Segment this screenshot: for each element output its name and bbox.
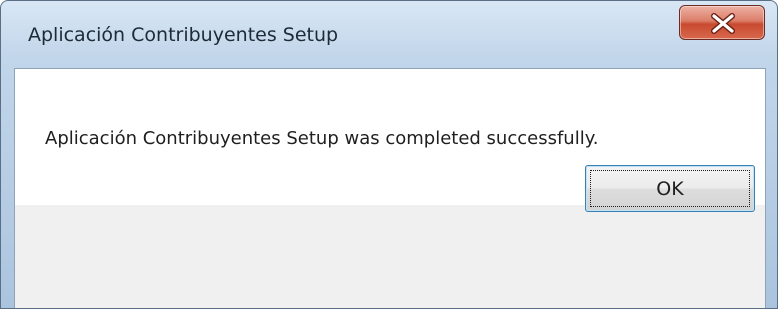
button-area: [15, 205, 765, 308]
dialog-client-area: Aplicación Contribuyentes Setup was comp…: [14, 68, 766, 308]
close-button[interactable]: [679, 5, 765, 40]
ok-button[interactable]: OK: [585, 165, 755, 212]
window-title: Aplicación Contribuyentes Setup: [28, 24, 339, 46]
setup-complete-dialog: Aplicación Contribuyentes Setup Aplicaci…: [0, 0, 778, 309]
completion-message: Aplicación Contribuyentes Setup was comp…: [45, 128, 599, 149]
close-icon: [711, 13, 735, 34]
ok-button-label: OK: [656, 177, 684, 200]
title-bar[interactable]: Aplicación Contribuyentes Setup: [1, 1, 777, 68]
